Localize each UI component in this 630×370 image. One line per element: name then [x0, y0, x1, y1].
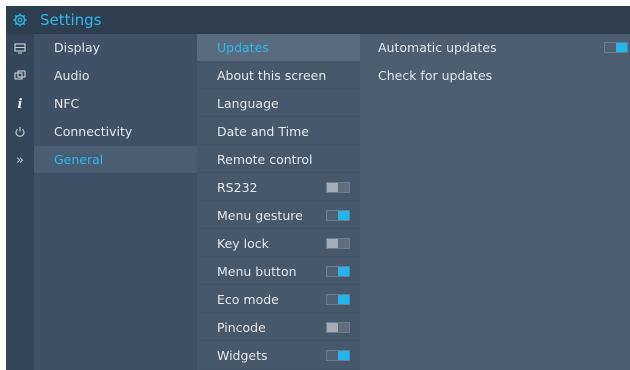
toggle-knob [327, 183, 338, 192]
category-label: Display [54, 40, 101, 55]
menu-item-label: Key lock [217, 236, 269, 251]
option-check-for-updates[interactable]: Check for updates [360, 62, 630, 89]
toggle-knob [338, 351, 349, 360]
menu-item-language[interactable]: Language [197, 90, 360, 117]
pincode-toggle[interactable] [326, 322, 350, 333]
page-title: Settings [40, 11, 102, 29]
menu-item-key-lock[interactable]: Key lock [197, 230, 360, 257]
category-label: Connectivity [54, 124, 133, 139]
category-general[interactable]: General [34, 146, 197, 173]
toggle-knob [327, 239, 338, 248]
menu-item-date-and-time[interactable]: Date and Time [197, 118, 360, 145]
gear-icon [6, 6, 34, 34]
menu-item-rs232[interactable]: RS232 [197, 174, 360, 201]
menu-item-label: Language [217, 96, 279, 111]
option-label: Automatic updates [378, 40, 497, 55]
category-label: Audio [54, 68, 90, 83]
menu-item-label: About this screen [217, 68, 327, 83]
menu-item-label: Pincode [217, 320, 266, 335]
menu-item-menu-button[interactable]: Menu button [197, 258, 360, 285]
menu-item-label: RS232 [217, 180, 258, 195]
menu-item-eco-mode[interactable]: Eco mode [197, 286, 360, 313]
menu-item-widgets[interactable]: Widgets [197, 342, 360, 369]
display-icon[interactable] [6, 34, 34, 62]
header-bar: Settings [6, 6, 630, 34]
menu-item-label: Eco mode [217, 292, 279, 307]
menu-item-remote-control[interactable]: Remote control [197, 146, 360, 173]
menu-item-updates[interactable]: Updates [197, 34, 360, 61]
menu-item-label: Remote control [217, 152, 313, 167]
toggle-knob [327, 323, 338, 332]
menu-gesture-toggle[interactable] [326, 210, 350, 221]
toggle-knob [616, 43, 627, 52]
option-label: Check for updates [378, 68, 493, 83]
category-nfc[interactable]: NFC [34, 90, 197, 117]
option-automatic-updates[interactable]: Automatic updates [360, 34, 630, 61]
menu-item-pincode[interactable]: Pincode [197, 314, 360, 341]
category-label: NFC [54, 96, 80, 111]
category-list: Display Audio NFC Connectivity General [34, 34, 197, 370]
info-icon[interactable]: i [6, 90, 34, 118]
widgets-toggle[interactable] [326, 350, 350, 361]
category-audio[interactable]: Audio [34, 62, 197, 89]
menu-item-menu-gesture[interactable]: Menu gesture [197, 202, 360, 229]
rs232-toggle[interactable] [326, 182, 350, 193]
toggle-knob [338, 267, 349, 276]
power-icon[interactable] [6, 118, 34, 146]
menu-item-label: Widgets [217, 348, 268, 363]
eco-mode-toggle[interactable] [326, 294, 350, 305]
menu-item-label: Date and Time [217, 124, 309, 139]
menu-item-label: Menu button [217, 264, 297, 279]
menu-item-label: Menu gesture [217, 208, 303, 223]
toggle-knob [338, 295, 349, 304]
key-lock-toggle[interactable] [326, 238, 350, 249]
automatic-updates-toggle[interactable] [604, 42, 628, 53]
settings-screen: Settings i » Display Audio NFC Connectiv… [6, 6, 630, 370]
category-connectivity[interactable]: Connectivity [34, 118, 197, 145]
toggle-knob [338, 211, 349, 220]
updates-panel: Automatic updates Check for updates [360, 34, 630, 370]
menu-item-about-this-screen[interactable]: About this screen [197, 62, 360, 89]
icon-rail: i » [6, 34, 34, 370]
expand-icon[interactable]: » [6, 146, 34, 174]
menu-button-toggle[interactable] [326, 266, 350, 277]
category-display[interactable]: Display [34, 34, 197, 61]
general-submenu: Updates About this screen Language Date … [197, 34, 360, 370]
category-label: General [54, 152, 104, 167]
audio-icon[interactable] [6, 62, 34, 90]
menu-item-label: Updates [217, 40, 269, 55]
